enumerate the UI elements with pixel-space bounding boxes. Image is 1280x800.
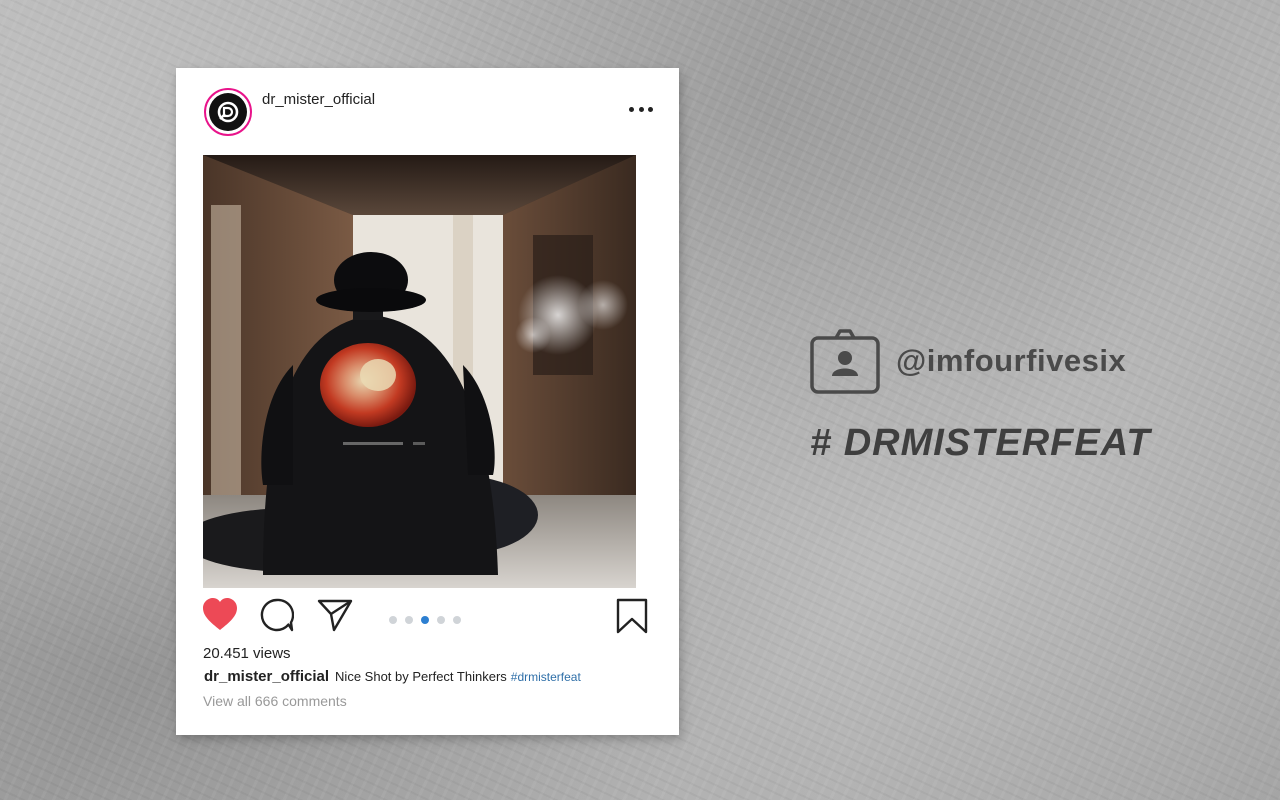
social-handle: @imfourfivesix (810, 328, 1126, 394)
caption-text: Nice Shot by Perfect Thinkers (335, 669, 507, 684)
views-count: 20.451 views (203, 645, 291, 662)
caption-hashtag-link[interactable]: #drmisterfeat (511, 670, 581, 684)
id-badge-icon (810, 329, 880, 394)
action-bar (176, 598, 679, 638)
view-comments-link[interactable]: View all 666 comments (203, 693, 347, 709)
more-options-icon[interactable] (629, 104, 653, 114)
handle-text: @imfourfivesix (896, 343, 1127, 378)
bookmark-icon[interactable] (616, 598, 648, 639)
instagram-post-card: dr_mister_official 20.451 views dr_miste… (176, 68, 679, 735)
carousel-dot[interactable] (453, 616, 461, 624)
brand-logo-icon (209, 93, 247, 131)
post-photo (203, 155, 636, 588)
carousel-dot[interactable] (437, 616, 445, 624)
carousel-indicator (389, 616, 461, 624)
like-heart-icon[interactable] (202, 598, 238, 637)
profile-avatar[interactable] (204, 88, 252, 136)
caption-username[interactable]: dr_mister_official (204, 668, 329, 685)
share-send-icon[interactable] (317, 598, 353, 637)
comment-icon[interactable] (260, 598, 295, 637)
carousel-dot-active[interactable] (421, 616, 429, 624)
campaign-hashtag: # DRMISTERFEAT (810, 422, 1151, 464)
post-caption: dr_mister_official Nice Shot by Perfect T… (204, 668, 581, 685)
carousel-dot[interactable] (389, 616, 397, 624)
post-username[interactable]: dr_mister_official (262, 91, 375, 108)
carousel-dot[interactable] (405, 616, 413, 624)
